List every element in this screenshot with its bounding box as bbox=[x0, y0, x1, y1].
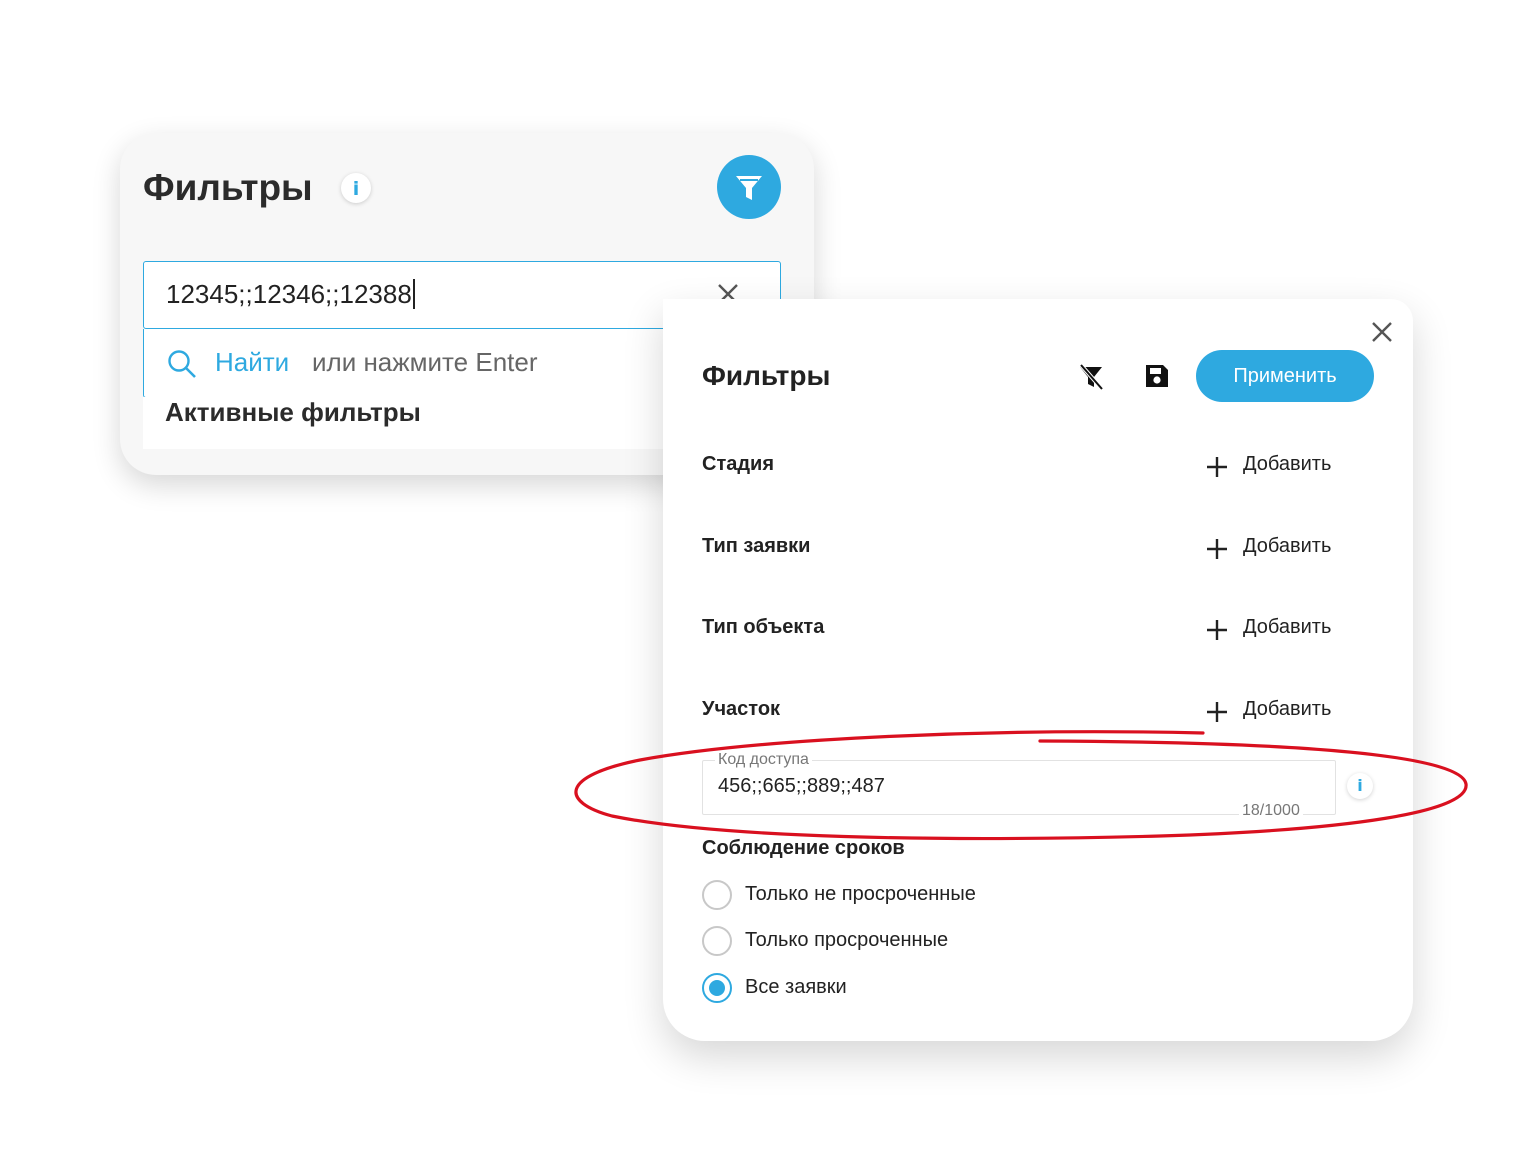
info-icon[interactable] bbox=[341, 173, 371, 203]
filter-row-object-type: Тип объекта Добавить bbox=[702, 610, 1342, 650]
search-panel-title: Фильтры bbox=[143, 167, 313, 208]
radio-label: Только просроченные bbox=[745, 929, 949, 951]
add-label: Добавить bbox=[1243, 535, 1332, 557]
text-caret bbox=[412, 279, 415, 309]
plus-icon bbox=[1207, 620, 1227, 640]
radio-label: Только не просроченные bbox=[745, 883, 976, 905]
find-link[interactable]: Найти bbox=[215, 347, 289, 378]
filter-label: Участок bbox=[702, 698, 781, 720]
add-label: Добавить bbox=[1243, 616, 1332, 638]
apply-button[interactable]: Применить bbox=[1196, 350, 1374, 402]
plus-icon bbox=[1207, 702, 1227, 722]
close-icon[interactable] bbox=[1371, 321, 1393, 343]
filter-row-request-type: Тип заявки Добавить bbox=[702, 529, 1342, 569]
search-icon bbox=[168, 350, 196, 378]
filter-label: Тип объекта bbox=[702, 616, 825, 638]
funnel-icon bbox=[736, 176, 762, 200]
info-icon[interactable] bbox=[1347, 773, 1373, 799]
filter-row-section: Участок Добавить bbox=[702, 692, 1342, 732]
search-input-value: 12345;;12346;;12388 bbox=[166, 279, 412, 309]
add-label: Добавить bbox=[1243, 698, 1332, 720]
filter-off-icon[interactable] bbox=[1077, 363, 1105, 391]
plus-icon bbox=[1207, 457, 1227, 477]
add-label: Добавить bbox=[1243, 453, 1332, 475]
access-code-label: Код доступа bbox=[715, 751, 812, 769]
deadline-label: Соблюдение сроков bbox=[702, 837, 905, 859]
character-counter: 18/1000 bbox=[1239, 802, 1303, 820]
access-code-field[interactable]: Код доступа 456;;665;;889;;487 18/1000 bbox=[702, 751, 1336, 820]
filters-dialog: Фильтры Применить Стадия Добавить Тип за… bbox=[663, 299, 1413, 1041]
dialog-title: Фильтры bbox=[702, 360, 831, 391]
radio-button-selected[interactable] bbox=[702, 973, 732, 1003]
open-filters-button[interactable] bbox=[717, 155, 781, 219]
active-filters-label: Активные фильтры bbox=[165, 397, 421, 427]
plus-icon bbox=[1207, 539, 1227, 559]
filter-label: Тип заявки bbox=[702, 535, 811, 557]
radio-button[interactable] bbox=[702, 926, 732, 956]
filter-label: Стадия bbox=[702, 453, 775, 475]
filter-row-stage: Стадия Добавить bbox=[702, 447, 1342, 487]
access-code-value: 456;;665;;889;;487 bbox=[718, 775, 885, 797]
enter-hint: или нажмите Enter bbox=[312, 347, 538, 377]
floppy-disk-icon[interactable] bbox=[1144, 363, 1170, 389]
radio-label: Все заявки bbox=[745, 976, 847, 998]
radio-button[interactable] bbox=[702, 880, 732, 910]
